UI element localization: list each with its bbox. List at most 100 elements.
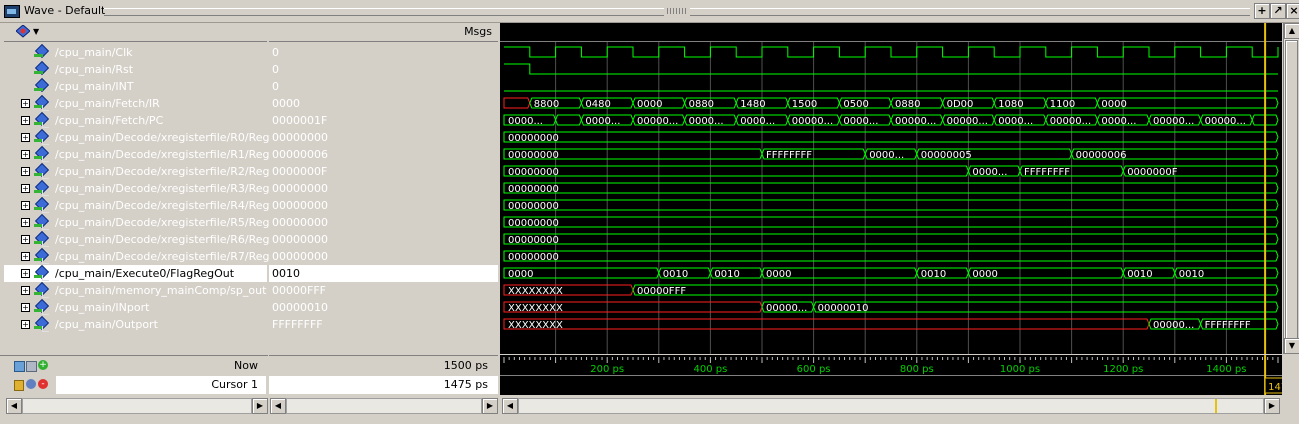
- bus-value-label: 00000...: [1050, 116, 1091, 127]
- undock-button[interactable]: ↗: [1270, 3, 1286, 19]
- expand-icon[interactable]: +: [21, 167, 30, 176]
- ruler-svg[interactable]: 200 ps 400 ps 600 ps 800 ps 1000 ps 1200 ps 14…: [500, 355, 1299, 395]
- signal-name: /cpu_main/Rst: [55, 63, 134, 76]
- expand-icon[interactable]: +: [21, 184, 30, 193]
- expand-icon[interactable]: +: [21, 286, 30, 295]
- expand-icon[interactable]: +: [21, 116, 30, 125]
- value-row[interactable]: 00000FFF: [269, 282, 498, 299]
- expand-icon[interactable]: +: [21, 218, 30, 227]
- time-ruler[interactable]: 200 ps 400 ps 600 ps 800 ps 1000 ps 1200 ps 14…: [500, 355, 1299, 395]
- signal-icon: [34, 230, 50, 247]
- bus-value-label: 00000...: [1153, 116, 1194, 127]
- cursor-value: 1475 ps: [443, 378, 488, 391]
- value-row[interactable]: 0000: [269, 95, 498, 112]
- names-scroll-track[interactable]: [22, 398, 252, 414]
- value-row[interactable]: 0: [269, 44, 498, 61]
- wave-svg[interactable]: 8800 0480 0000 0880 1480 1500 0500 0880 0D00 1080…: [500, 23, 1282, 354]
- signal-names-pane[interactable]: ▼ /cpu_main/Clk/cpu_main/Rst/cpu_main/IN…: [4, 23, 280, 354]
- value-row[interactable]: 00000000: [269, 214, 498, 231]
- wave-scroll-track[interactable]: [518, 398, 1264, 414]
- dock-button[interactable]: +: [1254, 3, 1270, 19]
- bus-value-label: 0000: [637, 99, 662, 110]
- bus-value-label: FFFFFFFF: [766, 150, 812, 161]
- expand-icon[interactable]: +: [21, 269, 30, 278]
- chevron-down-icon[interactable]: ▼: [33, 27, 39, 36]
- expand-icon[interactable]: +: [21, 99, 30, 108]
- add-wave-icon[interactable]: [14, 361, 25, 372]
- signal-row[interactable]: + /cpu_main/Fetch/IR: [4, 94, 267, 112]
- bus-value-label: 00000...: [637, 116, 678, 127]
- wave-scroll-right-icon[interactable]: ▶: [1264, 398, 1280, 414]
- value-row[interactable]: 00000006: [269, 146, 498, 163]
- drag-grip[interactable]: [690, 8, 1250, 16]
- wave-scroll-left-icon[interactable]: ◀: [502, 398, 518, 414]
- signal-row[interactable]: + /cpu_main/Fetch/PC: [4, 111, 267, 129]
- delete-cursor-icon[interactable]: -: [38, 379, 48, 389]
- horizontal-scrollbars: ◀ ▶ ◀ ▶ ◀ ▶: [0, 396, 1299, 416]
- value-row[interactable]: 0: [269, 61, 498, 78]
- signal-value: 00000FFF: [272, 284, 326, 297]
- signal-row[interactable]: /cpu_main/Clk: [4, 43, 267, 61]
- signal-row[interactable]: /cpu_main/Rst: [4, 60, 267, 78]
- signal-values-pane[interactable]: Msgs 0 0 0 0000 0000001F 00000000 00000006 0000…: [269, 23, 498, 354]
- signal-row[interactable]: + /cpu_main/Decode/xregisterfile/R4/Reg/q: [4, 196, 280, 214]
- wave-instance-icon[interactable]: [15, 24, 31, 38]
- cursor-label-field[interactable]: Cursor 1: [56, 376, 266, 394]
- signal-row[interactable]: + /cpu_main/Execute0/FlagRegOut: [4, 264, 267, 282]
- edit-icon[interactable]: [26, 379, 36, 389]
- value-row[interactable]: 00000000: [269, 197, 498, 214]
- value-row[interactable]: 00000000: [269, 129, 498, 146]
- expand-icon[interactable]: +: [21, 150, 30, 159]
- signal-row[interactable]: + /cpu_main/memory_mainComp/sp_out: [4, 281, 267, 299]
- bus-value-label: 00000000: [508, 184, 559, 195]
- expand-icon[interactable]: +: [21, 252, 30, 261]
- close-button[interactable]: ×: [1286, 3, 1299, 19]
- value-row[interactable]: 00000010: [269, 299, 498, 316]
- value-row[interactable]: 0000001F: [269, 112, 498, 129]
- expand-icon[interactable]: +: [21, 303, 30, 312]
- signal-row[interactable]: + /cpu_main/INport: [4, 298, 267, 316]
- signal-row[interactable]: + /cpu_main/Decode/xregisterfile/R0/Reg/q: [4, 128, 280, 146]
- cursor-value-field[interactable]: 1475 ps: [269, 376, 498, 394]
- insert-icon[interactable]: [26, 361, 37, 372]
- signal-row[interactable]: /cpu_main/INT: [4, 77, 267, 95]
- names-scroll-left-icon[interactable]: ◀: [6, 398, 22, 414]
- signal-value: FFFFFFFF: [272, 318, 323, 331]
- signal-row[interactable]: + /cpu_main/Decode/xregisterfile/R3/Reg/q: [4, 179, 280, 197]
- values-scroll-right-icon[interactable]: ▶: [482, 398, 498, 414]
- signal-row[interactable]: + /cpu_main/Decode/xregisterfile/R5/Reg/q: [4, 213, 280, 231]
- value-row[interactable]: 00000000: [269, 180, 498, 197]
- scroll-down-icon[interactable]: ▼: [1284, 338, 1299, 354]
- expand-icon[interactable]: +: [21, 201, 30, 210]
- signal-row[interactable]: + /cpu_main/Outport: [4, 315, 267, 333]
- scroll-up-icon[interactable]: ▲: [1284, 23, 1299, 39]
- value-row[interactable]: FFFFFFFF: [269, 316, 498, 333]
- expand-icon[interactable]: +: [21, 133, 30, 142]
- values-header: Msgs: [269, 23, 498, 42]
- signal-row[interactable]: + /cpu_main/Decode/xregisterfile/R6/Reg/q: [4, 230, 280, 248]
- signal-row[interactable]: + /cpu_main/Decode/xregisterfile/R2/Reg/q: [4, 162, 280, 180]
- expand-icon[interactable]: +: [21, 320, 30, 329]
- values-scroll-left-icon[interactable]: ◀: [270, 398, 286, 414]
- ruler-corner: [1283, 355, 1297, 395]
- wave-canvas[interactable]: 8800 0480 0000 0880 1480 1500 0500 0880 0D00 1080…: [500, 23, 1282, 354]
- value-row[interactable]: 00000000: [269, 248, 498, 265]
- value-row[interactable]: 0010: [269, 265, 498, 282]
- add-cursor-icon[interactable]: +: [38, 360, 48, 370]
- value-row[interactable]: 0000000F: [269, 163, 498, 180]
- lock-icon[interactable]: [14, 380, 24, 391]
- signal-row[interactable]: + /cpu_main/Decode/xregisterfile/R1/Reg/q: [4, 145, 280, 163]
- center-grip[interactable]: [667, 8, 687, 14]
- names-scroll-right-icon[interactable]: ▶: [252, 398, 268, 414]
- signal-row[interactable]: + /cpu_main/Decode/xregisterfile/R7/Reg/q: [4, 247, 280, 265]
- signal-name-list: /cpu_main/Clk/cpu_main/Rst/cpu_main/INT +…: [4, 42, 280, 354]
- value-row[interactable]: 0: [269, 78, 498, 95]
- value-row[interactable]: 00000000: [269, 231, 498, 248]
- bus-value-label: 00000000: [508, 150, 559, 161]
- vertical-scrollbar[interactable]: ▲ ▼: [1283, 23, 1299, 354]
- drag-grip[interactable]: [104, 8, 664, 16]
- expand-icon[interactable]: +: [21, 235, 30, 244]
- values-scroll-track[interactable]: [286, 398, 482, 414]
- bus-segment: [503, 250, 1279, 262]
- vertical-scroll-thumb[interactable]: [1285, 40, 1298, 340]
